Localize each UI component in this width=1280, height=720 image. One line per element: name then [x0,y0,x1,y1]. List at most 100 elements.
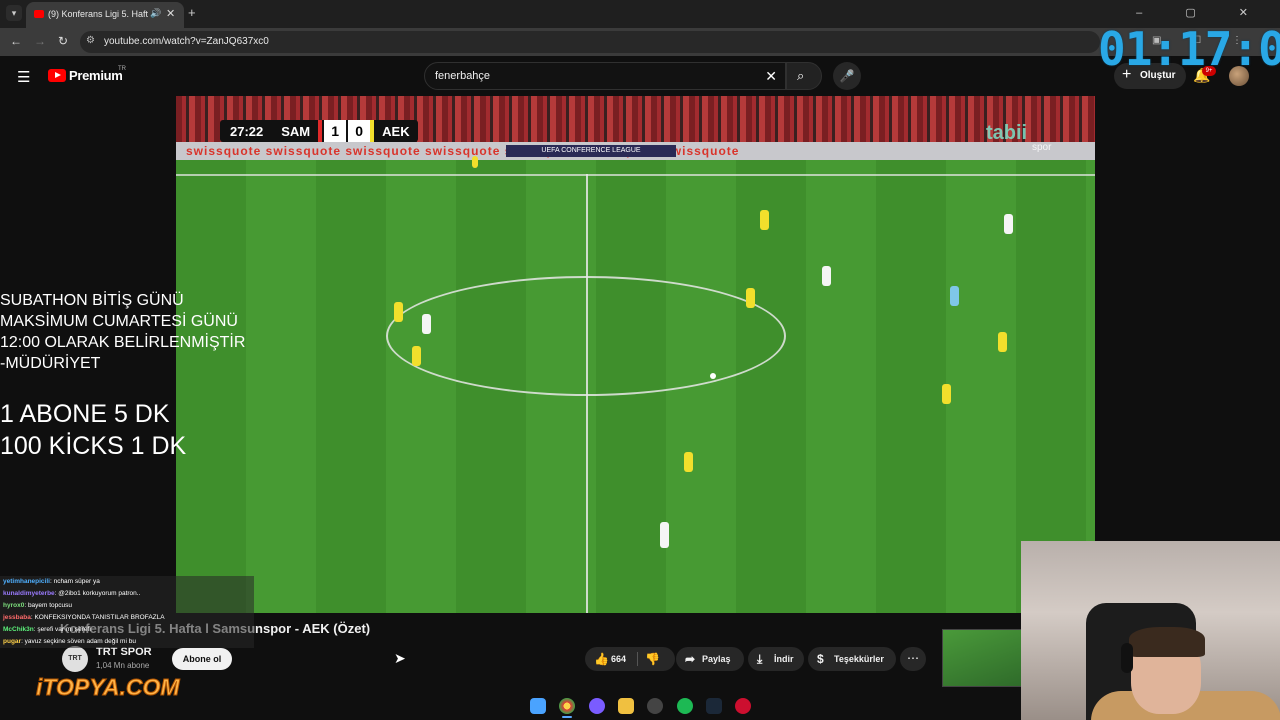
spotify-icon[interactable] [677,698,693,714]
recommended-video-thumbnail[interactable] [942,629,1022,687]
thanks-icon: $ [817,652,824,666]
windows-start-icon[interactable] [530,698,546,714]
forward-arrow-icon[interactable]: → [34,34,46,48]
subscriber-count: 1,04 Mn abone [96,661,150,670]
browser-tabstrip: ▾ (9) Konferans Ligi 5. Hafta l 🔊 ✕ + – … [0,0,1280,28]
windows-taskbar [520,690,760,720]
advertising-board: swissquote swissquote swissquote swissqu… [176,142,1095,160]
chat-username[interactable]: pugar [3,638,21,645]
browser-tab-active[interactable]: (9) Konferans Ligi 5. Hafta l 🔊 ✕ [26,2,184,28]
file-explorer-icon[interactable] [618,698,634,714]
chrome-icon[interactable] [559,698,575,714]
player-figure [394,302,403,322]
region-code: TR [118,66,126,72]
stream-timer: 01:17:02 [1098,22,1280,76]
search-query[interactable]: fenerbahçe [435,70,490,82]
thanks-button[interactable]: $ Teşekkürler [808,647,896,671]
chat-username[interactable]: McChik3n [3,626,34,633]
like-dislike-group: 👍 664 👎 [585,647,675,671]
player-figure [412,346,421,366]
clear-search-icon[interactable]: ✕ [765,68,777,85]
thumbs-up-icon[interactable]: 👍 [594,647,609,671]
scoreboard: 27:22 SAM 1 0 AEK [220,120,418,142]
chat-username[interactable]: kunaldimyeterbe [3,590,55,597]
share-button[interactable]: ➦ Paylaş [676,647,744,671]
discord-icon[interactable] [589,698,605,714]
youtube-brand[interactable]: Premium [69,68,123,83]
search-icon: ⌕ [797,68,805,83]
youtube-logo-icon[interactable] [48,69,66,82]
chat-username[interactable]: hyrox0 [3,602,24,609]
subathon-line: SUBATHON BİTİŞ GÜNÜ [0,292,184,309]
opera-icon[interactable] [735,698,751,714]
app-icon[interactable] [647,698,663,714]
active-app-indicator [562,716,572,718]
tab-title: (9) Konferans Ligi 5. Hafta l [48,9,148,19]
chat-message: kunaldimyeterbe: @2ibo1 korkuyorum patro… [0,588,260,600]
video-player[interactable]: swissquote swissquote swissquote swissqu… [176,96,1095,613]
player-figure [942,384,951,404]
reload-icon[interactable]: ↻ [58,34,68,48]
ball [710,373,716,379]
site-info-icon[interactable]: ⚙ [86,35,95,46]
subathon-rates: 1 ABONE 5 DK 100 KİCKS 1 DK [0,398,186,462]
streamer-hair [1129,627,1205,657]
url-text[interactable]: youtube.com/watch?v=ZanJQ637xc0 [104,36,269,47]
player-figure [746,288,755,308]
player-figure [472,156,478,168]
thumbs-down-icon[interactable]: 👎 [645,647,660,671]
share-icon: ➦ [685,652,696,666]
new-tab-button[interactable]: + [188,5,196,20]
menu-icon[interactable]: ☰ [17,68,30,86]
speaker-icon[interactable]: 🔊 [150,8,161,19]
more-actions-icon[interactable]: ⋯ [900,647,926,671]
share-label: Paylaş [702,654,731,664]
like-count[interactable]: 664 [611,647,626,671]
youtube-favicon-icon [34,10,44,18]
search-button[interactable]: ⌕ [786,62,822,90]
chat-text: : @2ibo1 korkuyorum patron.. [54,590,141,597]
home-score: 1 [324,120,347,142]
thanks-label: Teşekkürler [834,654,884,664]
home-color-stripe [318,120,323,142]
rate-line: 1 ABONE 5 DK [0,400,170,428]
broadcaster-logo: tabii [986,122,1028,144]
download-button[interactable]: ⤓ İndir [748,647,804,671]
window-controls[interactable]: – ▢ ✕ [1136,6,1268,19]
away-score: 0 [348,120,371,142]
close-tab-icon[interactable]: ✕ [166,7,175,20]
address-bar-row: ← → ↻ ⚙ youtube.com/watch?v=ZanJQ637xc0 … [0,28,1280,56]
youtube-header: ☰ Premium TR fenerbahçe ✕ ⌕ 🎤 + Oluştur … [0,56,1280,96]
chat-text: : yavuz seçkine söven adam değil mi bu [21,638,136,645]
download-icon: ⤓ [757,652,763,666]
sponsor-logo: iTOPYA.COM [36,674,181,701]
player-figure [684,452,693,472]
url-bar[interactable]: ⚙ youtube.com/watch?v=ZanJQ637xc0 [80,31,1100,53]
chat-message: McChik3n: şerefi var mı şerefi [0,624,260,636]
headset [1121,643,1133,673]
player-figure [998,332,1007,352]
tab-search-icon[interactable]: ▾ [6,5,22,21]
chat-username[interactable]: yetimhanepicili [3,578,50,585]
chat-message: pugar: yavuz seçkine söven adam değil mi… [0,636,260,648]
match-clock: 27:22 [230,123,264,139]
chat-message: hyrox0: bayem topcusu [0,600,260,612]
center-circle [386,276,786,396]
broadcaster-sub: spor [1032,142,1052,153]
player-figure [950,286,959,306]
away-team: AEK [382,123,410,139]
chat-username[interactable]: jessbaba [3,614,31,621]
chat-message: jessbaba: KONFEKSIYONDA TANISTILAR BROFA… [0,612,260,624]
mouse-cursor-icon: ➤ [394,650,406,666]
player-figure [760,210,769,230]
steam-icon[interactable] [706,698,722,714]
chat-text: : şerefi var mı şerefi [33,626,91,633]
voice-search-icon[interactable]: 🎤 [833,62,861,90]
divider [637,652,638,666]
channel-avatar[interactable]: TRT [62,646,88,672]
chat-text: : ncham süper ya [49,578,100,585]
pitch-sideline [176,174,1095,176]
back-arrow-icon[interactable]: ← [10,34,22,48]
search-input[interactable]: fenerbahçe ✕ [424,62,786,90]
subscribe-button[interactable]: Abone ol [172,648,232,670]
